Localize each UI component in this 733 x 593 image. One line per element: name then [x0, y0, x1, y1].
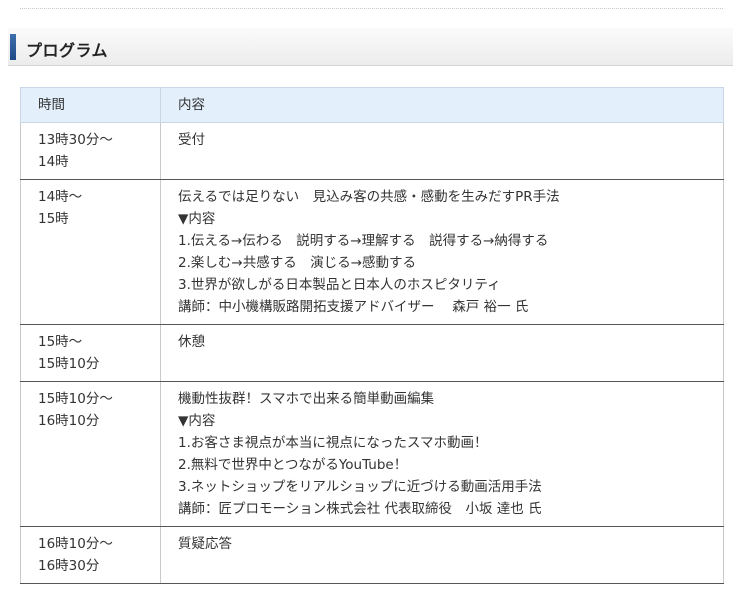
- content-line: 1.伝える→伝わる 説明する→理解する 説得する→納得する: [178, 233, 549, 249]
- time-cell: 16時10分～ 16時30分: [20, 526, 161, 584]
- speaker-line: 講師：匠プロモーション株式会社 代表取締役 小坂 達也 氏: [178, 501, 542, 517]
- time-end: 15時: [38, 211, 69, 227]
- time-start: 14時～: [38, 189, 83, 205]
- section-accent-bar: [10, 34, 16, 60]
- time-cell: 15時～ 15時10分: [20, 324, 161, 382]
- time-start: 13時30分～: [38, 132, 113, 148]
- time-start: 16時10分～: [38, 536, 113, 552]
- content-cell: 質疑応答: [160, 526, 724, 584]
- section-header: プログラム: [8, 28, 733, 66]
- content-title: 休憩: [178, 334, 205, 350]
- table-row: 15時～ 15時10分 休憩: [20, 324, 724, 382]
- time-start: 15時～: [38, 334, 83, 350]
- content-line: 1.お客さま視点が本当に視点になったスマホ動画！: [178, 435, 488, 451]
- content-line: 2.楽しむ→共感する 演じる→感動する: [178, 255, 417, 271]
- table-row: 16時10分～ 16時30分 質疑応答: [20, 526, 724, 584]
- content-line: ▼内容: [178, 413, 216, 429]
- content-title: 質疑応答: [178, 536, 232, 552]
- top-divider: [20, 8, 723, 9]
- time-cell: 14時～ 15時: [20, 179, 161, 325]
- table-header-row: 時間 内容: [20, 87, 724, 123]
- content-cell: 受付: [160, 122, 724, 180]
- time-start: 15時10分～: [38, 391, 113, 407]
- time-end: 14時: [38, 154, 69, 170]
- time-end: 15時10分: [38, 356, 100, 372]
- column-header-time: 時間: [20, 87, 161, 123]
- content-line: ▼内容: [178, 211, 216, 227]
- column-header-content: 内容: [160, 87, 724, 123]
- content-title: 受付: [178, 132, 205, 148]
- time-end: 16時10分: [38, 413, 100, 429]
- time-cell: 13時30分～ 14時: [20, 122, 161, 180]
- content-cell: 休憩: [160, 324, 724, 382]
- content-line: 2.無料で世界中とつながるYouTube！: [178, 457, 408, 473]
- content-cell: 伝えるでは足りない 見込み客の共感・感動を生みだすPR手法 ▼内容 1.伝える→…: [160, 179, 724, 325]
- time-end: 16時30分: [38, 558, 100, 574]
- program-table: 時間 内容 13時30分～ 14時 受付 14時～ 15時 伝えるでは足りない …: [20, 87, 724, 584]
- table-row: 13時30分～ 14時 受付: [20, 122, 724, 180]
- content-title: 機動性抜群！スマホで出来る簡単動画編集: [178, 391, 435, 407]
- table-row: 14時～ 15時 伝えるでは足りない 見込み客の共感・感動を生みだすPR手法 ▼…: [20, 179, 724, 325]
- table-row: 15時10分～ 16時10分 機動性抜群！スマホで出来る簡単動画編集 ▼内容 1…: [20, 381, 724, 527]
- section-title: プログラム: [26, 41, 109, 60]
- content-title: 伝えるでは足りない 見込み客の共感・感動を生みだすPR手法: [178, 189, 560, 205]
- time-cell: 15時10分～ 16時10分: [20, 381, 161, 527]
- content-line: 3.ネットショップをリアルショップに近づける動画活用手法: [178, 479, 542, 495]
- speaker-line: 講師：中小機構販路開拓支援アドバイザー 森戸 裕一 氏: [178, 299, 529, 315]
- content-cell: 機動性抜群！スマホで出来る簡単動画編集 ▼内容 1.お客さま視点が本当に視点にな…: [160, 381, 724, 527]
- content-line: 3.世界が欲しがる日本製品と日本人のホスピタリティ: [178, 277, 501, 293]
